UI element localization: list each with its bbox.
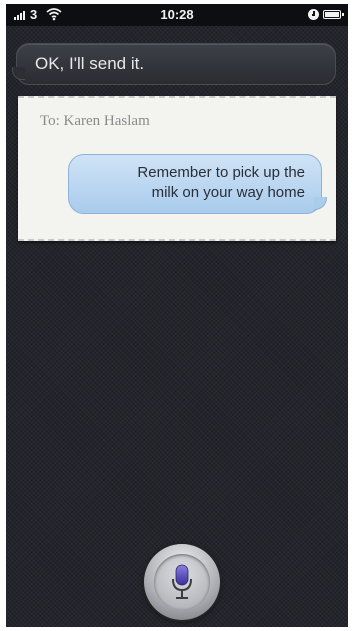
message-body-line-1: Remember to pick up the	[137, 164, 305, 181]
message-recipient: To: Karen Haslam	[40, 113, 150, 129]
battery-icon	[323, 10, 344, 19]
orientation-lock-icon	[308, 9, 319, 20]
siri-screen: 3 10:28 OK, I'll send it. To: Karen Hasl…	[6, 4, 348, 627]
message-preview-card[interactable]: To: Karen Haslam Remember to pick up the…	[18, 96, 336, 241]
mic-button-face	[154, 554, 210, 610]
status-bar: 3 10:28	[6, 4, 348, 26]
siri-response-bubble: OK, I'll send it.	[12, 43, 336, 85]
message-bubble: Remember to pick up the milk on your way…	[68, 154, 327, 214]
siri-mic-button[interactable]	[144, 544, 220, 620]
microphone-icon	[172, 564, 192, 599]
status-time: 10:28	[160, 7, 194, 22]
message-body-line-2: milk on your way home	[151, 184, 305, 201]
